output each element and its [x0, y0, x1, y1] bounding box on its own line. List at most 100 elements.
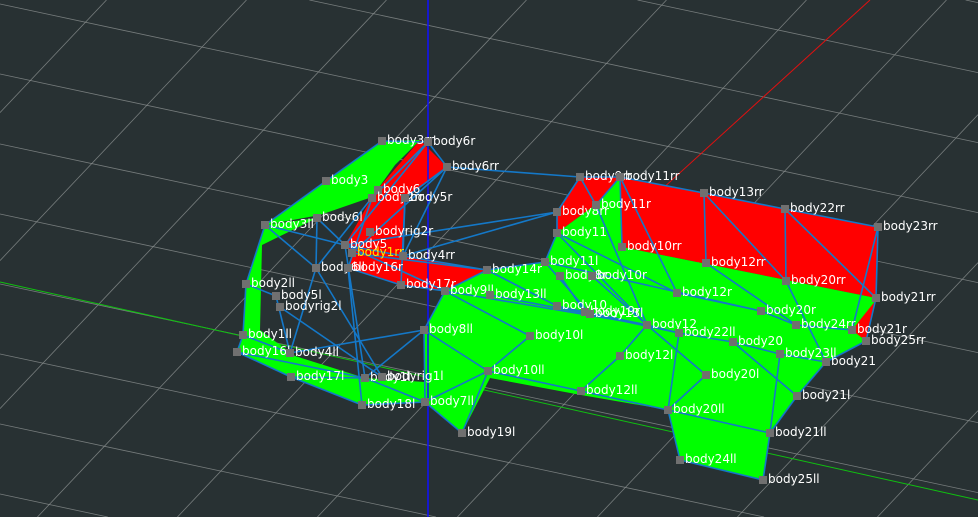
- node-marker[interactable]: [553, 302, 561, 310]
- node-marker[interactable]: [239, 331, 247, 339]
- node-marker[interactable]: [673, 289, 681, 297]
- node-marker[interactable]: [368, 194, 376, 202]
- node-body10l[interactable]: body10l: [526, 328, 583, 342]
- node-marker[interactable]: [401, 194, 409, 202]
- node-marker[interactable]: [676, 456, 684, 464]
- node-marker[interactable]: [378, 373, 386, 381]
- node-body22ll[interactable]: body22ll: [675, 325, 736, 339]
- node-body21l[interactable]: body21l: [793, 388, 850, 402]
- scene-canvas[interactable]: body3rr body6rbody6rrbody3body6body2rrbod…: [0, 0, 978, 517]
- node-marker[interactable]: [341, 241, 349, 249]
- node-marker[interactable]: [616, 173, 624, 181]
- node-marker[interactable]: [759, 476, 767, 484]
- node-body24ll[interactable]: body24ll: [676, 452, 737, 466]
- node-marker[interactable]: [782, 277, 790, 285]
- node-marker[interactable]: [397, 281, 405, 289]
- node-marker[interactable]: [424, 138, 432, 146]
- node-marker[interactable]: [553, 229, 561, 237]
- node-body13rr[interactable]: body13rr: [700, 185, 764, 199]
- node-marker[interactable]: [862, 337, 870, 345]
- node-marker[interactable]: [358, 401, 366, 409]
- node-marker[interactable]: [312, 264, 320, 272]
- node-marker[interactable]: [618, 243, 626, 251]
- node-marker[interactable]: [443, 163, 451, 171]
- node-marker[interactable]: [458, 429, 466, 437]
- node-marker[interactable]: [675, 329, 683, 337]
- node-marker[interactable]: [553, 208, 561, 216]
- node-body23rr[interactable]: body23rr: [874, 219, 938, 233]
- node-marker[interactable]: [486, 291, 494, 299]
- node-marker[interactable]: [792, 321, 800, 329]
- node-marker[interactable]: [366, 228, 374, 236]
- node-body23ll[interactable]: body23ll: [776, 346, 837, 360]
- node-body12l[interactable]: body12l: [616, 348, 673, 362]
- node-bodyrig2l[interactable]: bodyrig2l: [276, 299, 342, 313]
- node-marker[interactable]: [378, 137, 386, 145]
- node-body11rr[interactable]: body11rr: [616, 169, 680, 183]
- node-marker[interactable]: [577, 387, 585, 395]
- node-marker[interactable]: [588, 272, 596, 280]
- node-marker[interactable]: [242, 280, 250, 288]
- node-body1rr[interactable]: body1rr: [348, 245, 404, 259]
- node-body20[interactable]: body20: [729, 334, 783, 348]
- node-marker[interactable]: [484, 367, 492, 375]
- node-marker[interactable]: [361, 374, 369, 382]
- node-marker[interactable]: [541, 258, 549, 266]
- node-marker[interactable]: [420, 326, 428, 334]
- node-body17l[interactable]: body17l: [287, 369, 344, 383]
- node-marker[interactable]: [616, 352, 624, 360]
- node-body11l[interactable]: body11l: [541, 254, 598, 268]
- node-body20ll[interactable]: body20ll: [664, 402, 725, 416]
- node-marker[interactable]: [793, 392, 801, 400]
- node-body4rr[interactable]: body4rr: [399, 248, 455, 262]
- node-marker[interactable]: [822, 358, 830, 366]
- node-body20rr[interactable]: body20rr: [782, 273, 846, 287]
- node-marker[interactable]: [576, 173, 584, 181]
- node-body12ll[interactable]: body12ll: [577, 383, 638, 397]
- node-body11r[interactable]: body11r: [592, 197, 651, 211]
- node-body18l[interactable]: body18l: [358, 397, 415, 411]
- node-marker[interactable]: [702, 371, 710, 379]
- node-marker[interactable]: [643, 321, 651, 329]
- node-body12r[interactable]: body12r: [673, 285, 732, 299]
- node-body12rr[interactable]: body12rr: [702, 255, 766, 269]
- node-body22rr[interactable]: body22rr: [781, 201, 845, 215]
- node-marker[interactable]: [313, 214, 321, 222]
- node-marker[interactable]: [526, 332, 534, 340]
- node-body21ll[interactable]: body21ll: [766, 425, 827, 439]
- node-marker[interactable]: [700, 189, 708, 197]
- node-marker[interactable]: [702, 259, 710, 267]
- node-body16l[interactable]: body16l: [233, 344, 290, 358]
- node-marker[interactable]: [664, 406, 672, 414]
- node-marker[interactable]: [781, 205, 789, 213]
- node-marker[interactable]: [348, 249, 356, 257]
- node-body14r[interactable]: body14r: [483, 262, 542, 276]
- node-marker[interactable]: [344, 264, 352, 272]
- node-body13ll[interactable]: body13ll: [486, 287, 547, 301]
- node-body10ll[interactable]: body10ll: [484, 363, 545, 377]
- node-marker[interactable]: [421, 398, 429, 406]
- node-body20r[interactable]: body20r: [757, 303, 816, 317]
- node-marker[interactable]: [276, 303, 284, 311]
- node-marker[interactable]: [872, 294, 880, 302]
- node-marker[interactable]: [287, 373, 295, 381]
- node-body3ll[interactable]: body3ll: [261, 217, 314, 231]
- node-body13l[interactable]: body13l: [586, 306, 643, 320]
- node-body3[interactable]: body3: [322, 173, 368, 187]
- node-body21rr[interactable]: body21rr: [872, 290, 936, 304]
- node-marker[interactable]: [592, 201, 600, 209]
- node-body20l[interactable]: body20l: [702, 367, 759, 381]
- node-body19l[interactable]: body19l: [458, 425, 515, 439]
- node-marker[interactable]: [261, 221, 269, 229]
- node-marker[interactable]: [483, 266, 491, 274]
- 3d-viewport[interactable]: body3rr body6r body6rr body3 body6 body2rr bod…: [0, 0, 978, 517]
- node-marker[interactable]: [399, 252, 407, 260]
- node-marker[interactable]: [272, 292, 280, 300]
- node-marker[interactable]: [586, 310, 594, 318]
- node-body16r[interactable]: body16r: [344, 260, 403, 274]
- node-body10r[interactable]: body10r: [588, 268, 647, 282]
- node-body11[interactable]: body11: [553, 225, 607, 239]
- node-body10rr[interactable]: body10rr: [618, 239, 682, 253]
- node-bodyrig2r[interactable]: bodyrig2r: [366, 224, 433, 238]
- node-body6rr[interactable]: body6rr: [443, 159, 499, 173]
